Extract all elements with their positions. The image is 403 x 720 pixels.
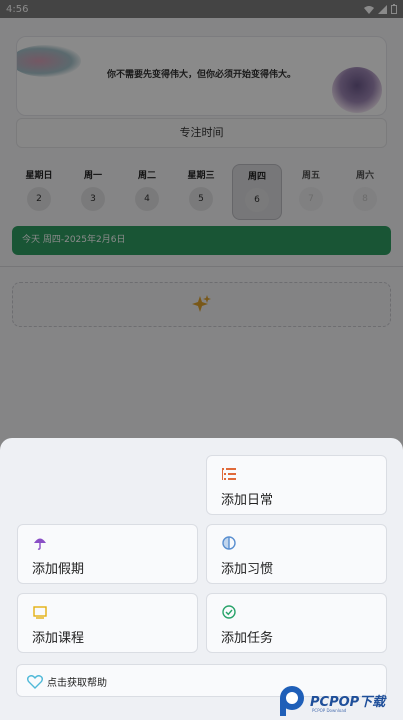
add-habit-button[interactable]: 添加习惯 (206, 524, 387, 584)
heart-icon (27, 675, 43, 689)
add-course-button[interactable]: 添加课程 (17, 593, 198, 653)
umbrella-icon (34, 538, 46, 550)
half-circle-icon (222, 536, 236, 550)
watermark: PCPOP下载 PCPOP Download (278, 683, 403, 717)
list-icon (222, 468, 236, 480)
add-habit-label: 添加习惯 (221, 562, 274, 577)
check-circle-icon (222, 605, 236, 619)
add-course-label: 添加课程 (32, 631, 85, 646)
help-label: 点击获取帮助 (47, 678, 107, 689)
pcpop-logo-icon (280, 686, 304, 716)
add-holiday-button[interactable]: 添加假期 (17, 524, 198, 584)
add-routine-button[interactable]: 添加日常 (206, 455, 387, 515)
add-task-button[interactable]: 添加任务 (206, 593, 387, 653)
add-holiday-label: 添加假期 (32, 562, 85, 577)
add-item-sheet: 添加日常 添加假期 添加习惯 添加课程 添加任务 点击获取帮助 (0, 438, 403, 720)
screen-icon (33, 606, 47, 619)
watermark-subtext: PCPOP Download (312, 708, 347, 713)
add-routine-label: 添加日常 (221, 493, 274, 508)
add-task-label: 添加任务 (221, 631, 274, 646)
